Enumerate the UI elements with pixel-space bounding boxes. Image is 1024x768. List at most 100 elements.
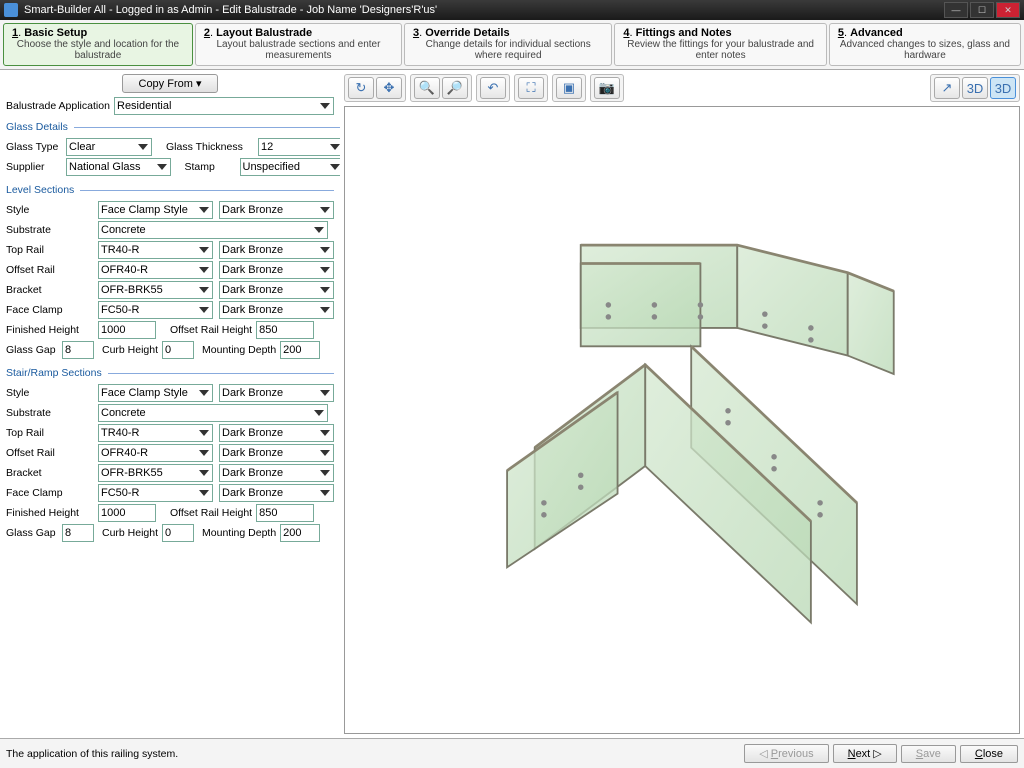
previous-button[interactable]: ◁ Previous (744, 744, 828, 763)
stair-topRail-select[interactable]: TR40-R (98, 424, 213, 442)
stair-offsetRail-color-select[interactable]: Dark Bronze (219, 444, 334, 462)
stair-topRail-label: Top Rail (6, 427, 98, 439)
level-bracket-color-select[interactable]: Dark Bronze (219, 281, 334, 299)
stair-offset-rail-height-input[interactable] (256, 504, 314, 522)
stair-substrate-label: Substrate (6, 407, 98, 419)
level-offsetRail-label: Offset Rail (6, 264, 98, 276)
undo-icon[interactable]: ↶ (480, 77, 506, 99)
stair-topRail-color-select[interactable]: Dark Bronze (219, 424, 334, 442)
next-button[interactable]: Next ▷ (833, 744, 897, 763)
level-faceClamp-color-select[interactable]: Dark Bronze (219, 301, 334, 319)
stair-glass-gap-input[interactable] (62, 524, 94, 542)
stair-faceClamp-label: Face Clamp (6, 487, 98, 499)
save-button[interactable]: Save (901, 745, 956, 763)
viewport-toolbar: ↻ ✥ 🔍 🔎 ↶ ⛶ ▣ 📷 ↗ 3D 3D (342, 72, 1022, 104)
stair-substrate-select[interactable]: Concrete (98, 404, 328, 422)
glass-thickness-select[interactable]: 12 (258, 138, 340, 156)
level-curb-height-input[interactable] (162, 341, 194, 359)
level-topRail-label: Top Rail (6, 244, 98, 256)
viewport-3d[interactable] (344, 106, 1020, 734)
stair-offsetRail-label: Offset Rail (6, 447, 98, 459)
level-style-color-select[interactable]: Dark Bronze (219, 201, 334, 219)
level-topRail-select[interactable]: TR40-R (98, 241, 213, 259)
level-offsetRail-color-select[interactable]: Dark Bronze (219, 261, 334, 279)
stair-finished-height-input[interactable] (98, 504, 156, 522)
level-finished-height-label: Finished Height (6, 324, 98, 336)
stair-faceClamp-select[interactable]: FC50-R (98, 484, 213, 502)
stair-sections-group: Stair/Ramp Sections StyleFace Clamp Styl… (6, 367, 334, 544)
level-curb-height-label: Curb Height (102, 344, 158, 356)
level-offsetRail-select[interactable]: OFR40-R (98, 261, 213, 279)
tab-advanced[interactable]: 5. Advanced Advanced changes to sizes, g… (829, 23, 1021, 66)
level-substrate-select[interactable]: Concrete (98, 221, 328, 239)
status-text: The application of this railing system. (6, 748, 740, 760)
stair-bracket-select[interactable]: OFR-BRK55 (98, 464, 213, 482)
glass-thickness-label: Glass Thickness (166, 141, 258, 153)
level-sections-group: Level Sections StyleFace Clamp Style Dark… (6, 184, 334, 361)
right-panel: ↻ ✥ 🔍 🔎 ↶ ⛶ ▣ 📷 ↗ 3D 3D (340, 70, 1024, 738)
level-legend: Level Sections (6, 184, 80, 196)
stair-faceClamp-color-select[interactable]: Dark Bronze (219, 484, 334, 502)
zoom-in-icon[interactable]: 🔍 (414, 77, 440, 99)
view-3d-icon[interactable]: 3D (962, 77, 988, 99)
level-glass-gap-input[interactable] (62, 341, 94, 359)
footer: The application of this railing system. … (0, 738, 1024, 768)
level-topRail-color-select[interactable]: Dark Bronze (219, 241, 334, 259)
level-style-select[interactable]: Face Clamp Style (98, 201, 213, 219)
stamp-select[interactable]: Unspecified (240, 158, 341, 176)
balustrade-app-label: Balustrade Application (6, 100, 114, 112)
view-3d-shaded-icon[interactable]: 3D (990, 77, 1016, 99)
level-bracket-select[interactable]: OFR-BRK55 (98, 281, 213, 299)
view-plan-icon[interactable]: ↗ (934, 77, 960, 99)
glass-type-label: Glass Type (6, 141, 66, 153)
level-faceClamp-label: Face Clamp (6, 304, 98, 316)
stair-style-select[interactable]: Face Clamp Style (98, 384, 213, 402)
level-mounting-depth-label: Mounting Depth (202, 344, 276, 356)
level-style-label: Style (6, 204, 98, 216)
zoom-out-icon[interactable]: 🔎 (442, 77, 468, 99)
balustrade-app-select[interactable]: Residential (114, 97, 334, 115)
stair-curb-height-label: Curb Height (102, 527, 158, 539)
orbit-icon[interactable]: ↻ (348, 77, 374, 99)
close-window-button[interactable]: ✕ (996, 2, 1020, 18)
stair-mounting-depth-input[interactable] (280, 524, 320, 542)
tab-fittings[interactable]: 4. Fittings and Notes Review the fitting… (614, 23, 826, 66)
stamp-label: Stamp (185, 161, 240, 173)
stair-finished-height-label: Finished Height (6, 507, 98, 519)
tab-layout[interactable]: 2. Layout Balustrade Layout balustrade s… (195, 23, 402, 66)
glass-type-select[interactable]: Clear (66, 138, 152, 156)
level-bracket-label: Bracket (6, 284, 98, 296)
tab-override[interactable]: 3. Override Details Change details for i… (404, 23, 612, 66)
level-mounting-depth-input[interactable] (280, 341, 320, 359)
copy-from-button[interactable]: Copy From ▾ (122, 74, 219, 93)
stair-bracket-color-select[interactable]: Dark Bronze (219, 464, 334, 482)
camera-icon[interactable]: 📷 (594, 77, 620, 99)
level-glass-gap-label: Glass Gap (6, 344, 62, 356)
pan-icon[interactable]: ✥ (376, 77, 402, 99)
level-finished-height-input[interactable] (98, 321, 156, 339)
supplier-select[interactable]: National Glass (66, 158, 171, 176)
wizard-tabs: 1. Basic Setup Choose the style and loca… (0, 20, 1024, 70)
stair-glass-gap-label: Glass Gap (6, 527, 62, 539)
minimize-button[interactable]: — (944, 2, 968, 18)
titlebar: Smart-Builder All - Logged in as Admin -… (0, 0, 1024, 20)
stair-style-color-select[interactable]: Dark Bronze (219, 384, 334, 402)
close-button[interactable]: Close (960, 745, 1018, 763)
level-offset-rail-height-label: Offset Rail Height (170, 324, 252, 336)
window-title: Smart-Builder All - Logged in as Admin -… (24, 4, 942, 16)
stair-offsetRail-select[interactable]: OFR40-R (98, 444, 213, 462)
stair-style-label: Style (6, 387, 98, 399)
stair-offset-rail-height-label: Offset Rail Height (170, 507, 252, 519)
app-icon (4, 3, 18, 17)
stair-curb-height-input[interactable] (162, 524, 194, 542)
supplier-label: Supplier (6, 161, 66, 173)
maximize-button[interactable]: ☐ (970, 2, 994, 18)
level-offset-rail-height-input[interactable] (256, 321, 314, 339)
fit-icon[interactable]: ⛶ (518, 77, 544, 99)
level-faceClamp-select[interactable]: FC50-R (98, 301, 213, 319)
stair-bracket-label: Bracket (6, 467, 98, 479)
tab-basic-setup[interactable]: 1. Basic Setup Choose the style and loca… (3, 23, 193, 66)
snap-icon[interactable]: ▣ (556, 77, 582, 99)
stair-mounting-depth-label: Mounting Depth (202, 527, 276, 539)
level-substrate-label: Substrate (6, 224, 98, 236)
